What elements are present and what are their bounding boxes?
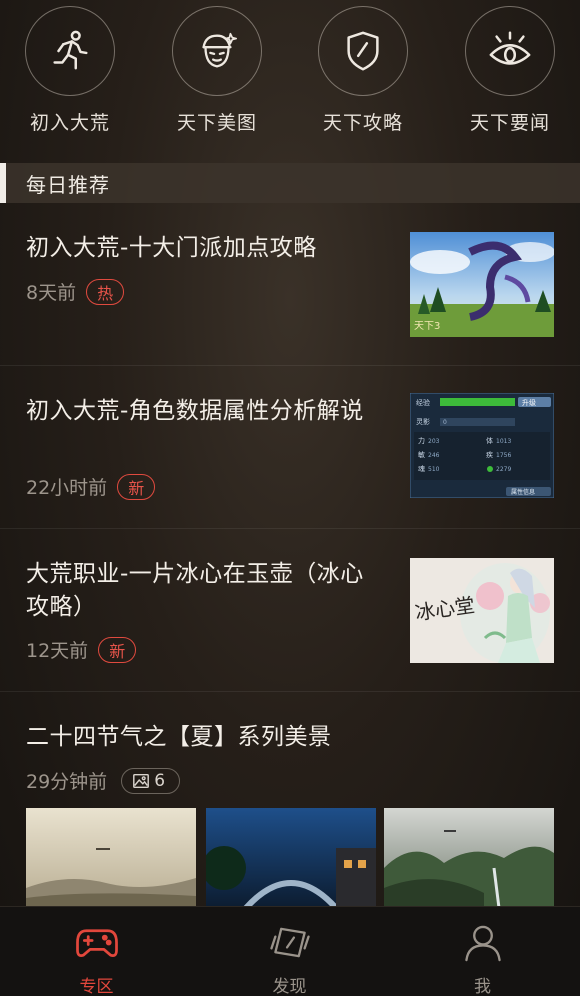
tab-wo[interactable]: 我	[386, 907, 579, 996]
stats-cell: 510	[428, 466, 440, 473]
stats-cell: 力	[418, 436, 425, 445]
shortcut-label: 天下美图	[176, 112, 257, 134]
stats-cell: 体	[486, 436, 493, 445]
list-item[interactable]: 初入大荒-十大门派加点攻略 8天前 热 天下3	[0, 203, 580, 366]
shortcut-label: 天下要闻	[469, 112, 550, 134]
stats-exp-label: 经验	[416, 398, 430, 407]
list-item[interactable]: 初入大荒-角色数据属性分析解说 22小时前 新 经验 升级 灵影 0 力 203…	[0, 366, 580, 529]
dragon-artwork-thumbnail: 天下3	[410, 232, 554, 337]
stats-footer-label: 属性信息	[511, 488, 535, 496]
gallery-image-3[interactable]	[384, 808, 554, 908]
shortcut-chuxu[interactable]: 初入大荒	[10, 6, 130, 146]
stats-row0-value: 0	[443, 419, 447, 426]
page-background: 初入大荒 天下美图 天下攻略 天下要闻 每日推荐 初入大荒-十大门派加点攻略 8…	[0, 0, 580, 996]
article-time: 22小时前	[26, 477, 108, 499]
tab-faxian[interactable]: 发现	[193, 907, 386, 996]
stats-cell: 2279	[496, 466, 511, 473]
stats-cell: 敏	[418, 450, 425, 459]
gallery-thumbnails	[26, 808, 556, 908]
shortcut-label: 天下攻略	[322, 112, 403, 134]
running-person-icon	[25, 6, 115, 96]
bingxin-character-thumbnail: 冰心堂	[410, 558, 554, 663]
stats-row0-label: 灵影	[416, 417, 430, 426]
user-profile-icon	[464, 925, 501, 962]
bottom-tab-bar: 专区 发现 我	[0, 906, 580, 996]
article-title: 二十四节气之【夏】系列美景	[26, 724, 332, 750]
new-badge: 新	[117, 473, 156, 500]
tab-label: 我	[474, 977, 491, 996]
stats-cell: 1013	[496, 438, 511, 445]
gallery-image-1[interactable]	[26, 808, 196, 908]
discover-cards-icon	[269, 927, 310, 958]
gallery-image-2[interactable]	[206, 808, 376, 908]
stats-cell: 203	[428, 438, 440, 445]
shortcut-meitu[interactable]: 天下美图	[157, 6, 277, 146]
article-title: 大荒职业-一片冰心在玉壶（冰心攻略）	[26, 561, 364, 620]
shortcut-gonglue[interactable]: 天下攻略	[303, 6, 423, 146]
gamepad-icon	[75, 929, 118, 957]
shortcut-yaowen[interactable]: 天下要闻	[450, 6, 570, 146]
eye-icon	[465, 6, 555, 96]
stats-upgrade-label: 升级	[522, 398, 536, 407]
article-meta: 12天前 新	[26, 636, 137, 663]
section-title: 每日推荐	[26, 172, 110, 197]
shield-icon	[318, 6, 408, 96]
section-accent-bar	[0, 163, 6, 203]
article-time: 29分钟前	[26, 771, 108, 793]
article-title: 初入大荒-角色数据属性分析解说	[26, 398, 364, 424]
tab-label: 专区	[79, 977, 114, 996]
character-stats-thumbnail: 经验 升级 灵影 0 力 203 体 1013 敏 246 疾 1756 魂 5…	[410, 393, 554, 498]
stats-cell: 246	[428, 452, 440, 459]
tab-label: 发现	[272, 977, 307, 996]
article-meta: 22小时前 新	[26, 473, 156, 500]
article-time: 8天前	[26, 282, 77, 304]
shortcut-row: 初入大荒 天下美图 天下攻略 天下要闻	[0, 0, 580, 160]
new-badge: 新	[98, 636, 137, 663]
article-meta: 29分钟前 6	[26, 767, 181, 794]
image-count-badge: 6	[121, 767, 181, 794]
article-meta: 8天前 热	[26, 278, 125, 305]
hot-badge: 热	[86, 278, 125, 305]
character-face-icon	[172, 6, 262, 96]
svg-text:天下3: 天下3	[414, 321, 440, 332]
shortcut-label: 初入大荒	[29, 112, 110, 134]
image-count: 6	[154, 770, 166, 791]
article-title: 初入大荒-十大门派加点攻略	[26, 235, 317, 261]
section-header: 每日推荐	[0, 163, 580, 203]
stats-cell: 1756	[496, 452, 511, 459]
list-item[interactable]: 大荒职业-一片冰心在玉壶（冰心攻略） 12天前 新 冰心堂	[0, 529, 580, 692]
tab-zhuanqu[interactable]: 专区	[0, 907, 193, 996]
article-time: 12天前	[26, 640, 89, 662]
image-icon	[133, 773, 150, 788]
stats-cell: 疾	[486, 450, 493, 459]
stats-cell: 魂	[418, 464, 425, 473]
